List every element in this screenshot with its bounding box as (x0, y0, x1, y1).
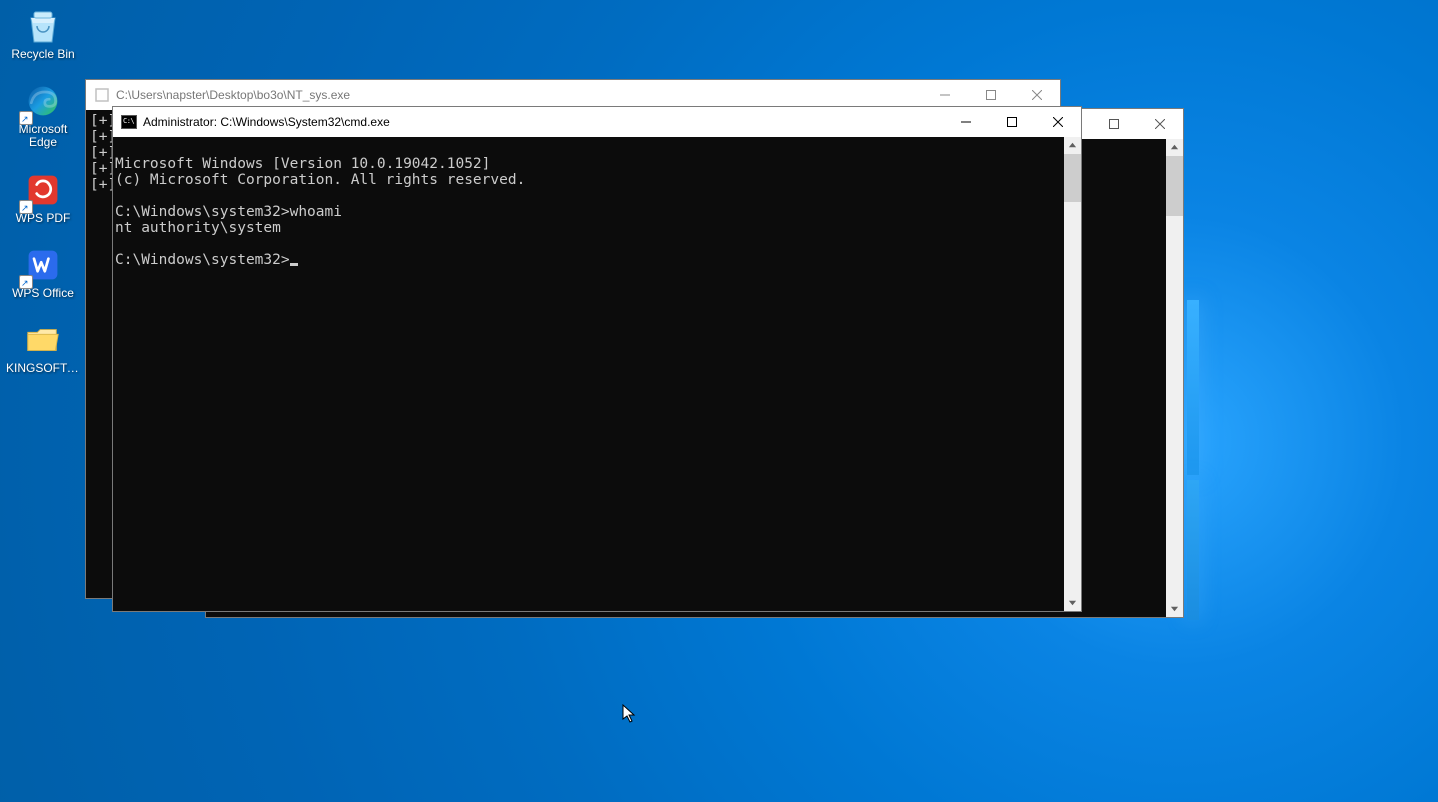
scrollbar-vertical[interactable] (1064, 137, 1081, 611)
close-button[interactable] (1137, 109, 1183, 139)
window-cmd-admin[interactable]: Administrator: C:\Windows\System32\cmd.e… (112, 106, 1082, 612)
wps-office-icon (23, 245, 63, 285)
scrollbar-thumb[interactable] (1064, 154, 1081, 202)
desktop-icon-wps-pdf[interactable]: WPS PDF (6, 170, 80, 225)
mouse-cursor-icon (622, 704, 638, 724)
desktop-icon-label: WPS Office (6, 287, 80, 300)
microsoft-edge-icon (23, 81, 63, 121)
desktop-icon-label: Microsoft Edge (6, 123, 80, 149)
background-accent (1187, 480, 1199, 620)
console-body[interactable]: Microsoft Windows [Version 10.0.19042.10… (113, 137, 1081, 611)
desktop-icon-label: WPS PDF (6, 212, 80, 225)
desktop-icon-kingsoft-folder[interactable]: KINGSOFT-... (6, 320, 80, 375)
window-title: Administrator: C:\Windows\System32\cmd.e… (143, 115, 390, 129)
console-line: nt authority\system (115, 220, 281, 236)
folder-icon (23, 320, 63, 360)
recycle-bin-icon (23, 6, 63, 46)
cursor (290, 263, 298, 266)
console-line: Microsoft Windows [Version 10.0.19042.10… (115, 156, 490, 172)
minimize-button[interactable] (943, 107, 989, 137)
app-icon (94, 87, 110, 103)
console-line: C:\Windows\system32>whoami (115, 204, 342, 220)
desktop-icon-label: KINGSOFT-... (6, 362, 80, 375)
desktop-icon-label: Recycle Bin (6, 48, 80, 61)
maximize-button[interactable] (1091, 109, 1137, 139)
console-line: C:\Windows\system32> (115, 252, 290, 268)
scrollbar-thumb[interactable] (1166, 156, 1183, 216)
desktop-icons: Recycle Bin Microsoft Edge WPS PDF (6, 6, 80, 375)
desktop-icon-microsoft-edge[interactable]: Microsoft Edge (6, 81, 80, 149)
scrollbar-track[interactable] (1166, 156, 1183, 600)
scroll-down-button[interactable] (1166, 600, 1183, 617)
close-button[interactable] (1035, 107, 1081, 137)
scroll-up-button[interactable] (1064, 137, 1081, 154)
window-title: C:\Users\napster\Desktop\bo3o\NT_sys.exe (116, 88, 350, 102)
scroll-down-button[interactable] (1064, 594, 1081, 611)
background-accent (1187, 300, 1199, 475)
scrollbar-track[interactable] (1064, 154, 1081, 594)
cmd-icon (121, 114, 137, 130)
desktop-icon-wps-office[interactable]: WPS Office (6, 245, 80, 300)
wps-pdf-icon (23, 170, 63, 210)
scrollbar-vertical[interactable] (1166, 139, 1183, 617)
titlebar[interactable]: Administrator: C:\Windows\System32\cmd.e… (113, 107, 1081, 137)
maximize-button[interactable] (989, 107, 1035, 137)
scroll-up-button[interactable] (1166, 139, 1183, 156)
console-line: (c) Microsoft Corporation. All rights re… (115, 172, 525, 188)
desktop-icon-recycle-bin[interactable]: Recycle Bin (6, 6, 80, 61)
